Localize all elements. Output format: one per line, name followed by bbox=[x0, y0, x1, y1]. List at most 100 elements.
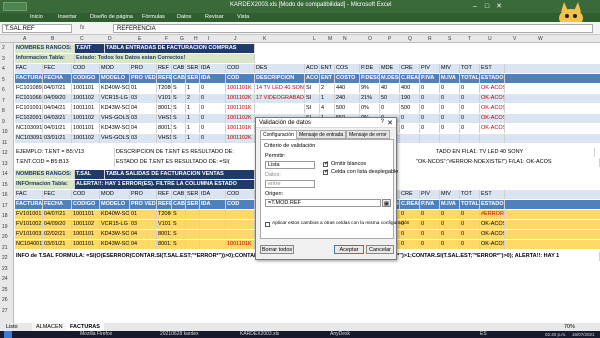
table-cell[interactable]: SI bbox=[305, 104, 320, 113]
table-cell[interactable]: 400 bbox=[400, 84, 420, 93]
table-cell[interactable] bbox=[460, 134, 480, 143]
table-cell[interactable]: 04 bbox=[130, 104, 157, 113]
ok-button[interactable]: Aceptar bbox=[334, 245, 364, 254]
table-cell[interactable]: 190 bbox=[400, 94, 420, 103]
table-cell[interactable]: OK-ACOS bbox=[480, 220, 505, 229]
in-cell-dropdown-checkbox[interactable] bbox=[323, 168, 329, 175]
table-cell[interactable]: 1001101 bbox=[72, 230, 100, 239]
table-cell[interactable] bbox=[226, 210, 255, 219]
table-cell[interactable]: S bbox=[172, 240, 186, 249]
table-cell[interactable]: FV101003 bbox=[15, 230, 43, 239]
table-cell[interactable]: 01 bbox=[130, 84, 157, 93]
table-cell[interactable]: MODELO bbox=[100, 200, 130, 209]
table-cell[interactable]: 1001102 bbox=[72, 94, 100, 103]
table-cell[interactable]: PRO VED bbox=[130, 74, 157, 83]
column-header[interactable]: I bbox=[208, 36, 209, 42]
row-header[interactable]: 11 bbox=[2, 140, 7, 146]
table-cell[interactable]: KD43W-SONY bbox=[100, 240, 130, 249]
table-cell[interactable]: S bbox=[172, 134, 186, 143]
table-cell[interactable]: MOD bbox=[100, 64, 130, 73]
table-cell[interactable]: COD bbox=[226, 64, 255, 73]
table-cell[interactable]: ENT bbox=[320, 64, 335, 73]
table-cell[interactable] bbox=[186, 210, 200, 219]
table-cell[interactable]: 0 bbox=[460, 114, 480, 123]
table-cell[interactable]: FACTURA bbox=[15, 74, 43, 83]
table-cell[interactable]: 0 bbox=[440, 220, 460, 229]
table-cell[interactable]: TOT bbox=[460, 190, 480, 199]
table-cell[interactable]: 04/09/20 bbox=[43, 220, 72, 229]
table-cell[interactable]: S bbox=[172, 84, 186, 93]
table-cell[interactable]: 0 bbox=[400, 114, 420, 123]
clock-time[interactable]: 02:40 p.m. bbox=[545, 331, 566, 338]
table-cell[interactable]: OK-ACOS bbox=[480, 94, 505, 103]
column-header[interactable]: L bbox=[313, 36, 316, 42]
maximize-icon[interactable]: □ bbox=[482, 2, 492, 11]
column-header[interactable]: M bbox=[328, 36, 332, 42]
column-header[interactable]: Q bbox=[408, 36, 412, 42]
formula-input[interactable]: REFERENCIA bbox=[113, 24, 593, 33]
tab-vista[interactable]: Vista bbox=[237, 14, 249, 20]
table-cell[interactable]: 0 bbox=[440, 124, 460, 133]
clear-all-button[interactable]: Borrar todos bbox=[260, 245, 294, 254]
table-cell[interactable]: PRO bbox=[130, 190, 157, 199]
table-cell[interactable]: 04/04/21 bbox=[43, 104, 72, 113]
table-cell[interactable]: VHS150 bbox=[157, 134, 172, 143]
table-cell[interactable]: M.IVA bbox=[440, 200, 460, 209]
table-cell[interactable]: 03/01/21 bbox=[43, 134, 72, 143]
table-cell[interactable]: IDA bbox=[200, 200, 226, 209]
table-cell[interactable]: M.DESCT bbox=[380, 74, 400, 83]
table-cell[interactable]: ACO bbox=[305, 74, 320, 83]
table-cell[interactable]: OK-ACOS bbox=[480, 104, 505, 113]
table-cell[interactable]: OK-ACOS bbox=[480, 230, 505, 239]
table-cell[interactable]: 0 bbox=[440, 94, 460, 103]
table-cell[interactable]: 1001101 bbox=[72, 210, 100, 219]
language-indicator[interactable]: ES bbox=[480, 331, 487, 338]
table-cell[interactable]: 0 bbox=[400, 230, 420, 239]
table-cell[interactable]: OK-ACOS bbox=[480, 240, 505, 249]
table-cell[interactable]: 0 bbox=[440, 210, 460, 219]
table-cell[interactable]: 1 bbox=[186, 114, 200, 123]
table-cell[interactable]: OK-ACOS bbox=[480, 124, 505, 133]
column-header[interactable]: O bbox=[368, 36, 372, 42]
row-header[interactable]: 15 bbox=[2, 182, 8, 188]
table-cell[interactable]: 0 bbox=[200, 124, 226, 133]
table-cell[interactable]: OK-ACOS bbox=[480, 84, 505, 93]
row-header[interactable]: 19 bbox=[2, 224, 8, 230]
table-cell[interactable]: P.DESCT bbox=[360, 74, 380, 83]
table-cell[interactable]: Estado: Todos los Datos estan Correctos! bbox=[75, 54, 255, 63]
table-cell[interactable]: 0 bbox=[440, 104, 460, 113]
table-cell[interactable]: 1001101 bbox=[72, 84, 100, 93]
table-cell[interactable] bbox=[400, 134, 420, 143]
table-cell[interactable]: 03 bbox=[130, 220, 157, 229]
table-cell[interactable]: SI bbox=[305, 94, 320, 103]
column-header[interactable]: B bbox=[51, 36, 54, 42]
taskbar-item-firefox[interactable]: Mozilla Firefox bbox=[80, 331, 112, 338]
tab-inicio[interactable]: Inicio bbox=[30, 14, 43, 20]
table-cell[interactable]: 50 bbox=[380, 94, 400, 103]
table-cell[interactable]: 0 bbox=[400, 124, 420, 133]
allow-select[interactable]: Lista bbox=[265, 161, 315, 169]
table-cell[interactable] bbox=[200, 220, 226, 229]
table-cell[interactable]: S bbox=[172, 104, 186, 113]
table-cell[interactable]: 0 bbox=[420, 220, 440, 229]
table-cell[interactable]: COD bbox=[226, 190, 255, 199]
table-cell[interactable]: P.IVA bbox=[420, 200, 440, 209]
table-cell[interactable]: 2 bbox=[320, 84, 335, 93]
table-cell[interactable]: 0 bbox=[400, 240, 420, 249]
table-cell[interactable]: 1 bbox=[186, 84, 200, 93]
table-cell[interactable]: DES bbox=[255, 64, 305, 73]
column-header[interactable]: V bbox=[513, 36, 516, 42]
table-cell[interactable]: ACO bbox=[305, 64, 320, 73]
table-cell[interactable] bbox=[186, 240, 200, 249]
table-cell[interactable]: 01 bbox=[130, 210, 157, 219]
close-icon[interactable]: ✕ bbox=[494, 2, 504, 11]
table-cell[interactable]: 04 bbox=[130, 240, 157, 249]
table-cell[interactable]: 03 bbox=[130, 134, 157, 143]
dialog-close-icon[interactable]: ✕ bbox=[387, 119, 393, 127]
column-header[interactable]: K bbox=[263, 36, 266, 42]
table-cell[interactable]: COSTO bbox=[335, 74, 360, 83]
table-cell[interactable]: 0 bbox=[420, 114, 440, 123]
row-header[interactable]: 12 bbox=[2, 150, 8, 156]
table-cell[interactable]: 02/02/21 bbox=[43, 230, 72, 239]
table-cell[interactable]: FACTURA bbox=[15, 200, 43, 209]
